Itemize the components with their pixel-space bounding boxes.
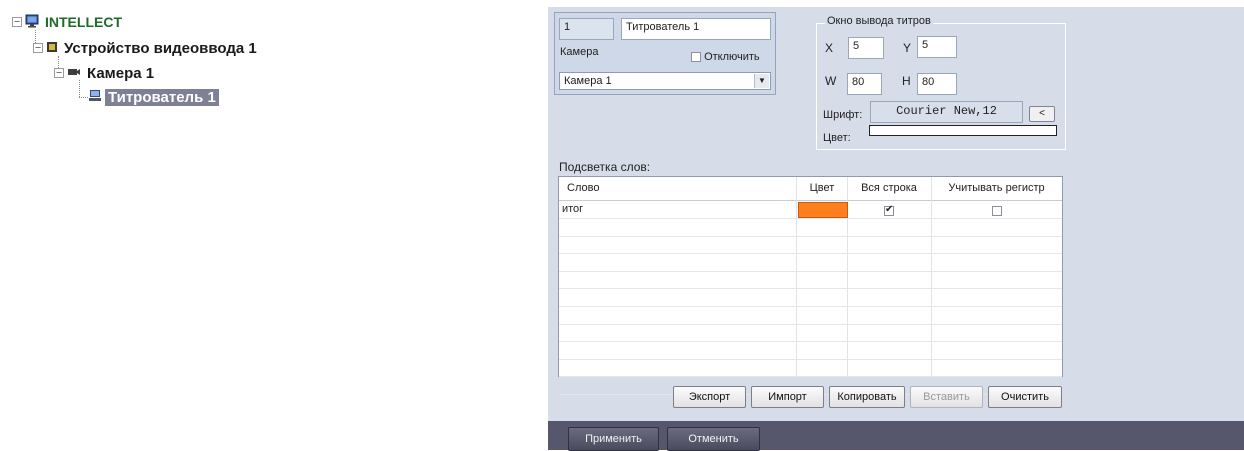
monitor-icon [25, 14, 39, 31]
color-swatch[interactable] [798, 202, 848, 218]
tree-node-label: Устройство видеоввода 1 [64, 39, 257, 57]
check-icon: ✔ [885, 203, 894, 215]
clear-button[interactable]: Очистить [988, 386, 1062, 408]
row-line [559, 358, 1062, 360]
name-field[interactable]: Титрователь 1 [621, 18, 771, 40]
titler-identity-box: 1 Титрователь 1 Камера Отключить Камера … [554, 12, 776, 95]
import-button[interactable]: Импорт [751, 386, 824, 408]
font-field: Courier New,12 [870, 101, 1023, 123]
output-window-title: Окно вывода титров [825, 15, 933, 27]
object-tree: − INTELLECT − Устройство видеоввода 1 − … [0, 0, 520, 450]
font-label: Шрифт: [823, 109, 863, 121]
copy-button[interactable]: Копировать [829, 386, 905, 408]
row-line [559, 235, 1062, 237]
table-row[interactable]: итог ✔ [559, 201, 1062, 218]
row-line [559, 288, 1062, 290]
disable-label: Отключить [704, 51, 760, 63]
column-header-word[interactable]: Слово [559, 177, 797, 199]
case-sensitive-checkbox[interactable] [992, 203, 1002, 217]
tree-node-device[interactable]: − Устройство видеоввода 1 [33, 37, 260, 59]
row-line [559, 341, 1062, 343]
export-button[interactable]: Экспорт [673, 386, 746, 408]
collapse-icon[interactable]: − [33, 43, 43, 53]
titler-icon [88, 89, 102, 105]
row-line [559, 253, 1062, 255]
w-field[interactable]: 80 [847, 73, 882, 95]
tree-node-camera[interactable]: − Камера 1 [54, 62, 157, 84]
whole-line-checkbox[interactable]: ✔ [884, 203, 894, 217]
paste-button[interactable]: Вставить [910, 386, 983, 408]
tree-connector [79, 97, 88, 98]
camera-icon [67, 66, 81, 80]
collapse-icon[interactable]: − [54, 68, 64, 78]
word-cell[interactable]: итог [562, 203, 583, 215]
disable-checkbox[interactable] [691, 52, 701, 63]
video-capture-card-icon [46, 41, 58, 56]
column-header-whole-line[interactable]: Вся строка [847, 177, 931, 199]
column-header-case[interactable]: Учитывать регистр [931, 177, 1062, 199]
tree-node-label: Камера 1 [87, 64, 155, 82]
camera-select[interactable]: Камера 1 ▼ [559, 72, 771, 90]
color-label: Цвет: [823, 132, 851, 144]
h-label: H [902, 74, 911, 88]
cancel-button[interactable]: Отменить [667, 427, 760, 451]
column-header-color[interactable]: Цвет [797, 177, 847, 199]
row-line [559, 270, 1062, 272]
id-field[interactable]: 1 [559, 18, 614, 40]
collapse-icon[interactable]: − [12, 17, 22, 27]
y-field[interactable]: 5 [917, 36, 957, 58]
titler-settings-panel: 1 Титрователь 1 Камера Отключить Камера … [548, 7, 1244, 451]
h-field[interactable]: 80 [917, 73, 957, 95]
tree-node-intellect[interactable]: − INTELLECT [12, 11, 125, 33]
x-label: X [825, 41, 834, 55]
tree-node-label: INTELLECT [45, 14, 122, 30]
color-field[interactable] [869, 125, 1057, 136]
x-field[interactable]: 5 [848, 37, 884, 59]
highlight-table: Слово Цвет Вся строка Учитывать регистр … [558, 176, 1063, 395]
w-label: W [825, 74, 837, 88]
row-line [559, 376, 1062, 378]
row-line [559, 218, 1062, 219]
camera-select-value: Камера 1 [564, 75, 612, 87]
apply-button[interactable]: Применить [568, 427, 659, 451]
camera-label: Камера [560, 46, 599, 58]
choose-font-button[interactable]: < [1029, 106, 1055, 122]
output-window-group: Окно вывода титров X 5 Y 5 W 80 H 80 Шри… [816, 15, 1066, 150]
footer-bar: Применить Отменить [548, 421, 1244, 451]
tree-node-label: Титрователь 1 [105, 88, 219, 106]
highlight-title: Подсветка слов: [559, 160, 651, 174]
disable-toggle[interactable]: Отключить [691, 51, 760, 63]
dropdown-arrow-icon[interactable]: ▼ [754, 74, 769, 88]
tree-node-titler[interactable]: Титрователь 1 [88, 86, 219, 108]
row-line [559, 323, 1062, 325]
y-label: Y [903, 41, 912, 55]
row-line [559, 306, 1062, 307]
